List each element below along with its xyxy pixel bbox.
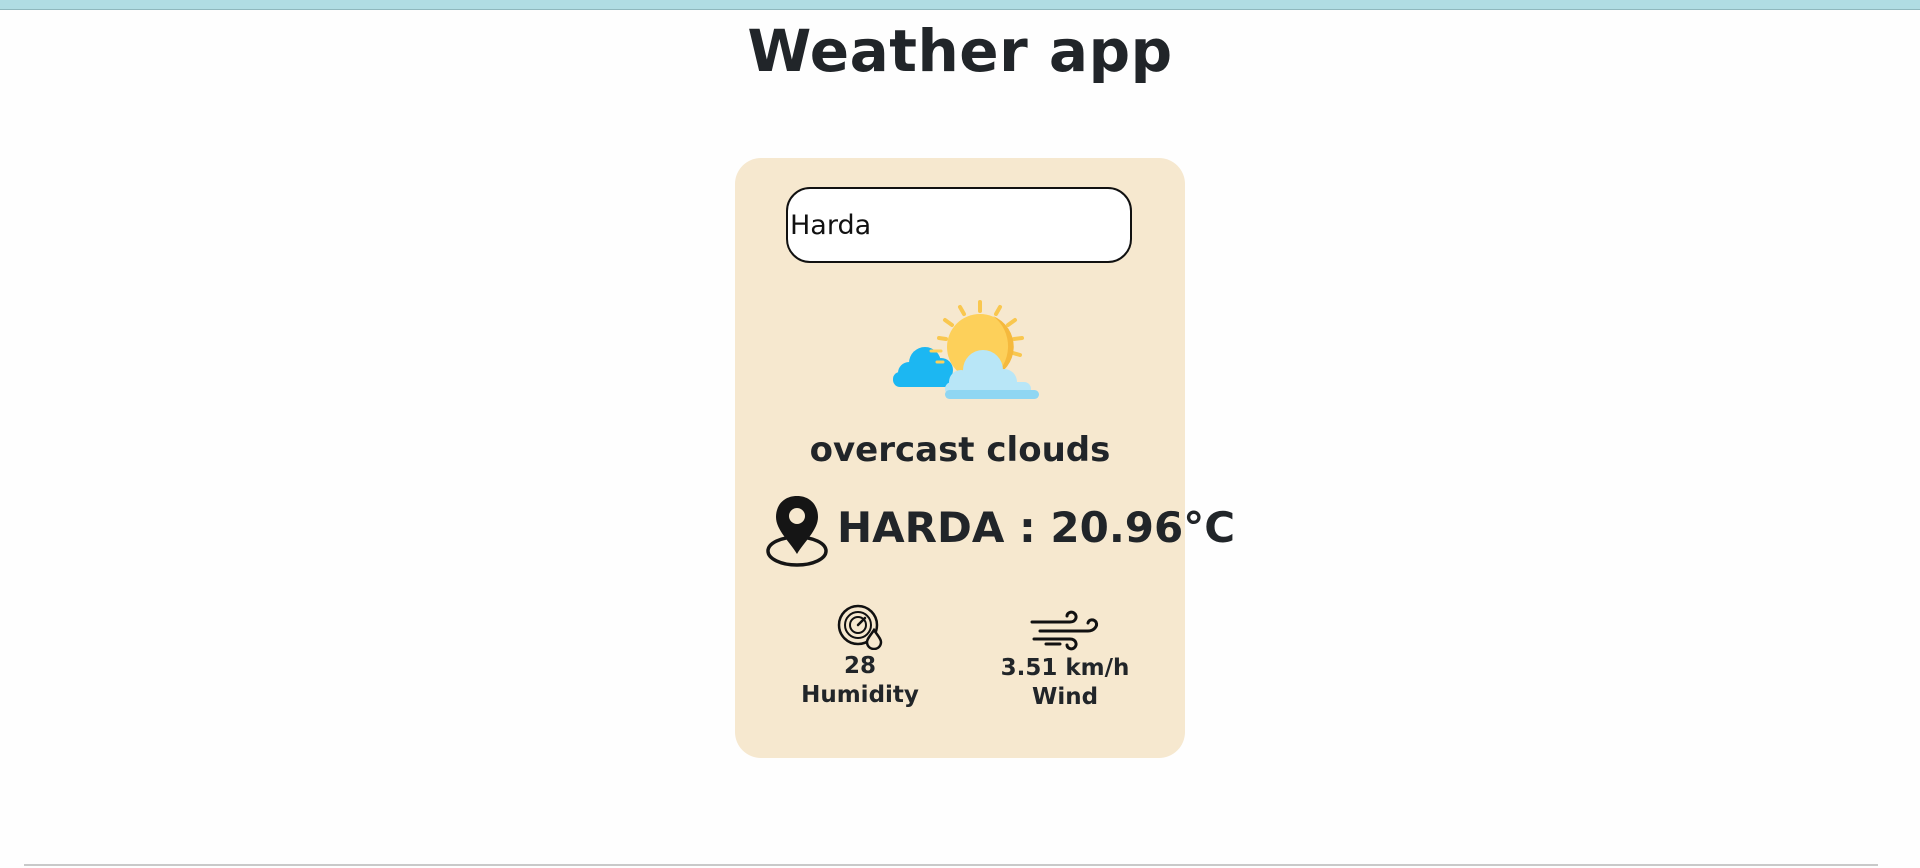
wind-icon (1030, 610, 1098, 651)
location-pin-icon (766, 496, 828, 567)
humidity-value: 28 (843, 653, 876, 679)
wind-stat: 3.51 km/h Wind (985, 610, 1145, 712)
city-temperature: HARDA : 20.96°C (837, 503, 1236, 552)
page-title: Weather app (747, 17, 1173, 85)
sun-behind-clouds-icon (893, 300, 1039, 399)
humidity-stat: 28 Humidity (795, 604, 925, 710)
wind-label: Wind (1031, 684, 1099, 710)
browser-top-strip (0, 0, 1920, 10)
bottom-divider (24, 864, 1878, 866)
location-row: HARDA : 20.96°C (766, 493, 1235, 573)
weather-description: overcast clouds (809, 430, 1111, 470)
humidity-gauge-icon (837, 604, 883, 650)
wind-value: 3.51 km/h (1000, 655, 1130, 681)
humidity-label: Humidity (801, 682, 919, 708)
city-search-input[interactable] (786, 187, 1132, 263)
weather-card: overcast clouds HARDA : 20.96°C 28 Humid… (735, 158, 1235, 758)
